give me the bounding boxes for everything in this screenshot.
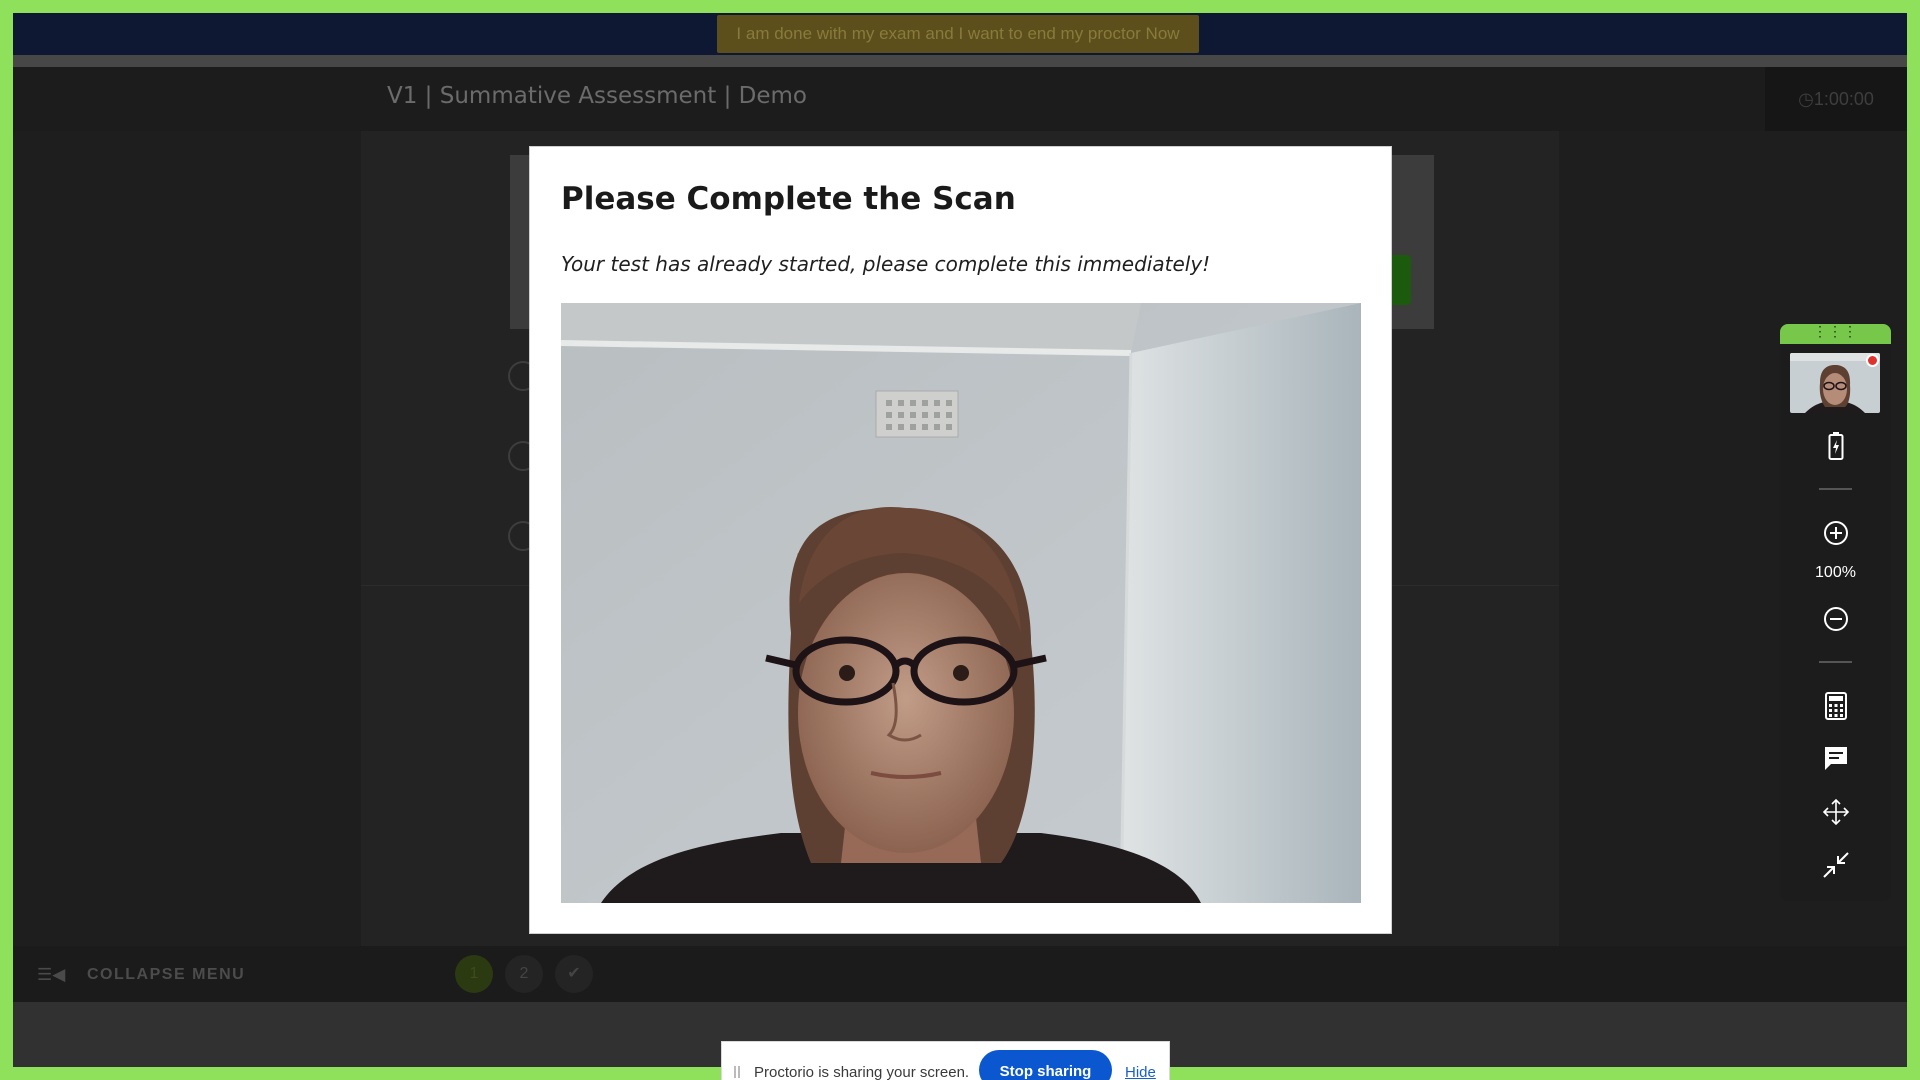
timer-value: 1:00:00 xyxy=(1813,89,1874,109)
modal-message: Your test has already started, please co… xyxy=(561,252,1211,276)
zoom-out-icon[interactable] xyxy=(1780,606,1891,632)
exam-timer: ◷1:00:00 xyxy=(1765,67,1907,131)
stop-sharing-button[interactable]: Stop sharing xyxy=(979,1050,1112,1080)
calculator-icon[interactable] xyxy=(1780,692,1891,720)
screen-share-notice: Proctorio is sharing your screen. Stop s… xyxy=(721,1041,1170,1080)
scan-modal: Please Complete the Scan Your test has a… xyxy=(529,146,1392,934)
hide-link[interactable]: Hide xyxy=(1125,1064,1156,1080)
chat-icon[interactable] xyxy=(1780,745,1891,771)
collapse-menu-button[interactable]: COLLAPSE MENU xyxy=(87,966,245,984)
divider xyxy=(1819,488,1852,490)
exam-footer: ☰◀ COLLAPSE MENU 1 2 ✔ xyxy=(13,946,1907,1002)
page-1-button[interactable]: 1 xyxy=(455,955,493,993)
divider xyxy=(1819,661,1852,663)
minimize-icon[interactable] xyxy=(1780,851,1891,879)
share-status-text: Proctorio is sharing your screen. xyxy=(754,1064,970,1080)
exam-title: V1 | Summative Assessment | Demo xyxy=(387,83,807,109)
clock-icon: ◷ xyxy=(1798,89,1814,109)
drag-grip-icon[interactable] xyxy=(734,1066,740,1078)
proctor-toolbar: ⋮⋮⋮ 100% xyxy=(1780,324,1891,901)
webcam-feed xyxy=(561,303,1361,903)
modal-title: Please Complete the Scan xyxy=(561,181,1016,217)
move-icon[interactable] xyxy=(1780,797,1891,827)
review-check-icon[interactable]: ✔ xyxy=(555,955,593,993)
zoom-in-icon[interactable] xyxy=(1780,520,1891,546)
exam-header: V1 | Summative Assessment | Demo ◷1:00:0… xyxy=(13,67,1907,131)
battery-icon xyxy=(1780,432,1891,460)
drag-handle-icon[interactable]: ⋮⋮⋮ xyxy=(1780,324,1891,344)
end-proctor-button[interactable]: I am done with my exam and I want to end… xyxy=(717,15,1199,53)
recording-indicator xyxy=(1866,354,1879,367)
divider xyxy=(13,55,1907,67)
menu-collapse-icon[interactable]: ☰◀ xyxy=(37,965,65,985)
zoom-level: 100% xyxy=(1815,564,1856,581)
page-2-button[interactable]: 2 xyxy=(505,955,543,993)
proctor-top-bar: I am done with my exam and I want to end… xyxy=(13,13,1907,55)
